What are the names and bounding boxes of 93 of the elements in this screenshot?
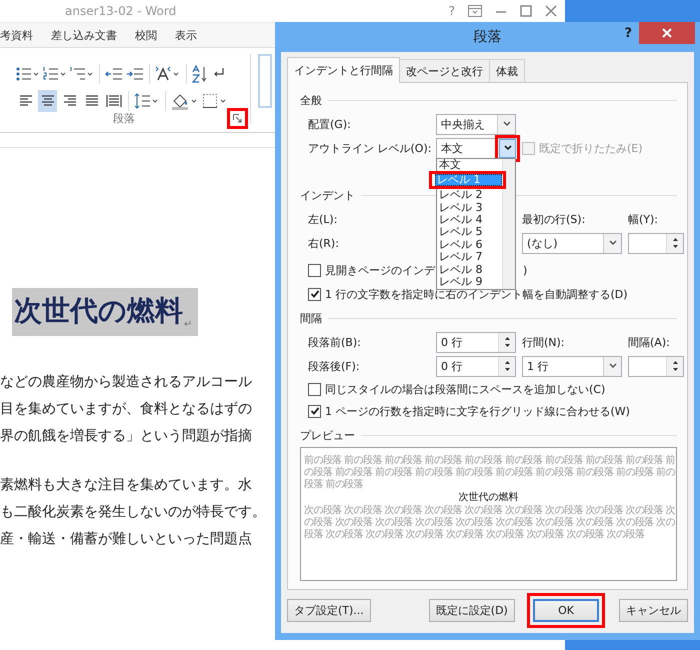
spin-arrows-icon — [504, 359, 510, 373]
checkbox[interactable] — [308, 264, 321, 276]
preview-text: 段落 次の段落 次の段落 次の段落 次の段落 次の段落 次の段落 次の段落 次の段落 — [304, 528, 644, 541]
dialog-button[interactable]: キャンセル — [619, 598, 688, 622]
dropdown-option[interactable]: レベル 5 — [437, 226, 502, 239]
section-heading: プレビュー — [300, 428, 355, 443]
checkbox-label: 既定で折りたたみ(E) — [539, 140, 643, 156]
field-label: 右(R): — [308, 236, 340, 250]
section-heading: 間隔 — [300, 311, 322, 326]
checkbox-label-end: ) — [523, 264, 528, 276]
field-label: 左(L): — [308, 212, 338, 226]
ribbon-tab[interactable]: 表示 — [175, 28, 197, 42]
field-label: 間隔(A): — [628, 334, 670, 350]
ribbon-tab[interactable]: 差し込み文書 — [51, 28, 117, 42]
spin-arrows-icon — [672, 359, 678, 373]
decrease-indent-icon[interactable] — [105, 66, 123, 82]
field-label: 段落前(B): — [308, 334, 362, 350]
ribbon-tab[interactable]: 考資料 — [0, 28, 33, 42]
checkbox-label: 1 行の文字数を指定時に右のインデント幅を自動調整する(D) — [325, 286, 628, 302]
ribbon-tab[interactable]: 校閲 — [135, 28, 157, 42]
checkbox[interactable] — [308, 404, 321, 418]
shading-icon[interactable] — [171, 92, 199, 110]
body-text-line: などの農産物から製造されるアルコール — [0, 372, 252, 390]
increase-indent-icon[interactable] — [126, 66, 144, 82]
line-spacing-select[interactable]: 1 行 — [522, 356, 622, 376]
close-icon — [662, 28, 672, 38]
body-text-line: 素燃料も大きな注目を集めています。水 — [0, 476, 252, 494]
dropdown-option[interactable]: レベル 3 — [437, 202, 502, 214]
dropdown-option[interactable]: レベル 4 — [437, 214, 502, 226]
dialog-button[interactable]: OK — [533, 598, 599, 622]
dialog-launcher-icon[interactable] — [233, 114, 242, 123]
spin-arrows-icon — [504, 335, 510, 349]
ribbon-display-icon[interactable] — [468, 5, 482, 17]
line-spacing-icon[interactable] — [134, 93, 160, 109]
spin-field[interactable]: 0 行 — [436, 356, 516, 376]
sort-icon[interactable] — [192, 65, 208, 83]
scrollbar[interactable] — [502, 158, 515, 288]
dropdown-option[interactable]: レベル 7 — [437, 251, 502, 264]
help-button[interactable]: ? — [448, 4, 455, 18]
preview-text: 前の段落 前の段落 前の段落 前の段落 前の段落 前の段落 前の段落 前の段落 前の段落 前 — [304, 454, 676, 466]
preview-text: の段落 前の段落 前の段落 前の段落 前の段落 前の段落 前の段落 前の段落 前の段落 前の — [304, 466, 676, 478]
document-heading: 次世代の燃料 — [14, 293, 183, 329]
preview-text: の段落 次の段落 次の段落 次の段落 次の段落 次の段落 次の段落 次の段落 次の段落 次の — [304, 516, 676, 528]
alignment-select[interactable]: 中央揃え — [436, 114, 516, 134]
dropdown-option[interactable]: 本文 — [437, 158, 502, 171]
dropdown-option[interactable]: レベル 8 — [437, 264, 502, 276]
field-label: 幅(Y): — [628, 212, 658, 226]
checkbox-label: 1 ページの行数を指定時に文字を行グリッド線に合わせる(W) — [325, 404, 630, 418]
group-label: 段落 — [113, 111, 135, 126]
section-heading: インデント — [300, 188, 355, 203]
dialog-tab[interactable]: インデントと行間隔 — [287, 57, 400, 83]
preview-text: 次の段落 次の段落 次の段落 次の段落 次の段落 次の段落 次の段落 次の段落 次の段落 次 — [304, 504, 676, 516]
dropdown-option[interactable]: レベル 2 — [437, 189, 502, 202]
align-button[interactable] — [38, 90, 57, 112]
paragraph-mark: ↵ — [184, 319, 192, 330]
text-direction-icon[interactable] — [155, 66, 181, 82]
dialog-tab[interactable]: 体裁 — [489, 59, 525, 82]
dialog-title: 段落 — [474, 28, 502, 46]
section-heading: 全般 — [300, 93, 322, 108]
borders-icon[interactable] — [202, 93, 228, 109]
field-label: アウトライン レベル(O): — [308, 140, 432, 156]
field-label: 段落後(F): — [308, 358, 361, 374]
field-label: 最初の行(S): — [522, 212, 586, 226]
field-label: 配置(G): — [308, 116, 352, 132]
dropdown-option[interactable]: レベル 9 — [437, 276, 502, 288]
checkbox-label: 見開きページのインデ — [325, 262, 435, 278]
checkbox[interactable] — [308, 382, 321, 396]
help-button[interactable]: ? — [624, 26, 632, 41]
spin-arrows-icon — [672, 236, 678, 250]
numbered-list-icon[interactable] — [43, 66, 67, 82]
checkbox[interactable] — [308, 288, 321, 300]
body-text-line: 目を集めていますが、食料となるはずの — [0, 400, 252, 418]
dialog-button[interactable]: 既定に設定(D) — [428, 598, 515, 622]
spin-field[interactable] — [628, 356, 684, 376]
preview-text: 次世代の燃料 — [458, 490, 518, 504]
field-label: 行間(N): — [522, 334, 566, 350]
multilevel-list-icon[interactable] — [70, 66, 94, 82]
body-text-line: 産・輸送・備蓄が難しいといった問題点 — [0, 530, 252, 548]
preview-text: 段落 前の段落 — [304, 478, 363, 491]
dropdown-option[interactable]: レベル 6 — [437, 238, 502, 252]
spin-field[interactable]: 0 行 — [436, 332, 516, 352]
close-button[interactable] — [639, 22, 695, 44]
close-icon[interactable] — [545, 5, 557, 17]
body-text-line: 界の飢餓を増長する」という問題が指摘 — [0, 426, 252, 444]
spin-field[interactable] — [628, 232, 684, 254]
first-line-select[interactable]: (なし) — [522, 232, 622, 254]
align-icon — [106, 93, 122, 109]
maximize-icon[interactable] — [520, 5, 532, 17]
checkbox-label: 同じスタイルの場合は段落間にスペースを追加しない(C) — [325, 382, 606, 396]
bullet-list-icon[interactable] — [16, 66, 40, 82]
window-title: anser13-02 - Word — [65, 4, 176, 18]
dialog-button[interactable]: タブ設定(T)... — [287, 598, 371, 622]
body-text-line: も二酸化炭素を発生しないのが特長です。 — [0, 502, 266, 520]
